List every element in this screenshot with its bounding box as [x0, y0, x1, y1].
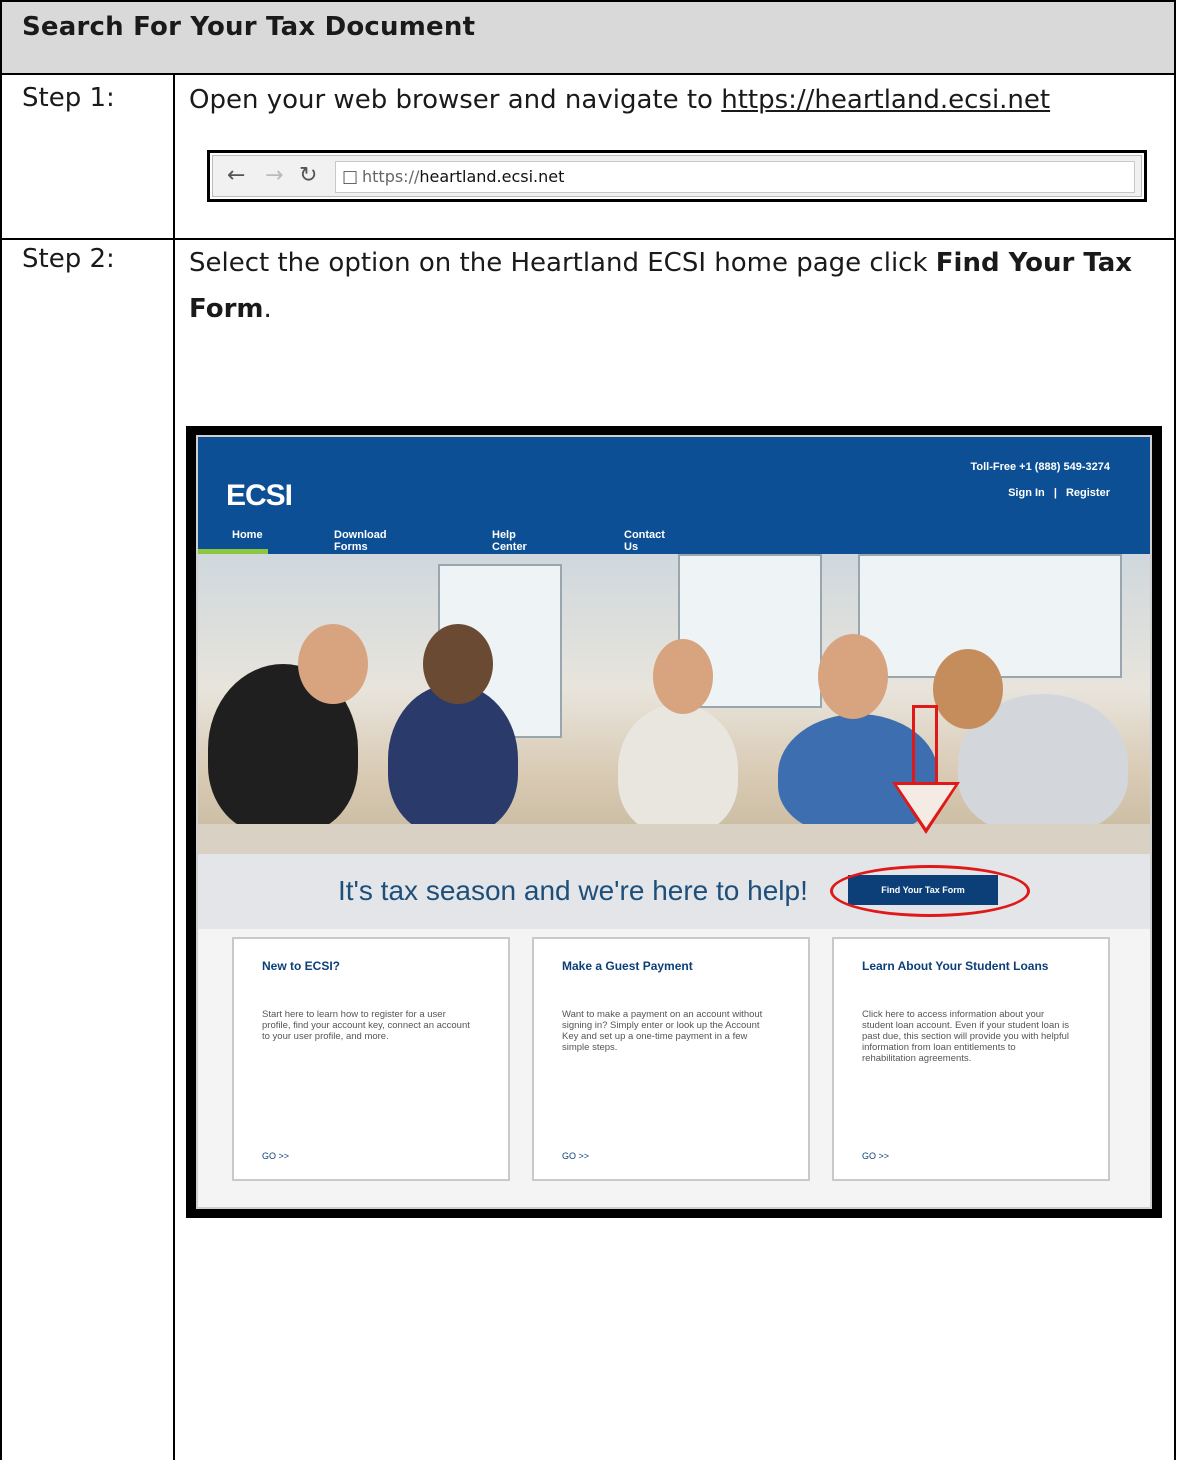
back-arrow-icon[interactable]: ← [227, 164, 245, 188]
url-text: https://heartland.ecsi.net [362, 167, 565, 186]
ecsi-homepage-screenshot: ECSI Toll-Free +1 (888) 549-3274 Sign In… [186, 426, 1162, 1218]
card-body: Want to make a payment on an account wit… [562, 1009, 763, 1053]
url-input[interactable]: □ https://heartland.ecsi.net [335, 161, 1135, 193]
ecsi-header-bar: ECSI Toll-Free +1 (888) 549-3274 Sign In… [198, 437, 1150, 554]
person-head [818, 634, 888, 719]
step-2-text: Select the option on the Heartland ECSI … [189, 248, 936, 278]
card-guest-payment[interactable]: Make a Guest Payment Want to make a paym… [532, 937, 810, 1181]
nav-download-forms[interactable]: Download Forms [334, 529, 387, 553]
card-body: Start here to learn how to register for … [262, 1009, 470, 1042]
link-separator: | [1053, 487, 1057, 499]
annotation-arrow-inner [897, 785, 955, 828]
nav-home[interactable]: Home [232, 529, 263, 541]
toll-free-number: Toll-Free +1 (888) 549-3274 [970, 461, 1110, 473]
step-2-instruction: Select the option on the Heartland ECSI … [189, 240, 1149, 332]
nav-contact-us[interactable]: Contact Us [624, 529, 665, 553]
step-2-period: . [263, 294, 272, 324]
hero-image [198, 554, 1150, 854]
card-title: Make a Guest Payment [562, 959, 693, 973]
hero-tagline: It's tax season and we're here to help! [338, 875, 808, 906]
step-2-bold-1: Find Your Tax [935, 248, 1133, 278]
browser-toolbar: ← → ↻ □ https://heartland.ecsi.net [212, 155, 1142, 197]
person-head [423, 624, 493, 704]
browser-address-bar: ← → ↻ □ https://heartland.ecsi.net [207, 150, 1147, 202]
hero-table [198, 824, 1150, 854]
person-head [298, 624, 368, 704]
person-silhouette [618, 704, 738, 834]
step-2-bold-2: Form [189, 294, 264, 324]
step-1-label: Step 1: [22, 83, 115, 113]
forward-arrow-icon[interactable]: → [265, 164, 283, 188]
ecsi-homepage: ECSI Toll-Free +1 (888) 549-3274 Sign In… [196, 435, 1152, 1209]
highlight-circle [830, 865, 1030, 917]
person-silhouette [388, 684, 518, 834]
card-student-loans[interactable]: Learn About Your Student Loans Click her… [832, 937, 1110, 1181]
instruction-table: Search For Your Tax Document Step 1: Ope… [0, 0, 1176, 1460]
card-go-link[interactable]: GO >> [562, 1151, 589, 1161]
person-head [933, 649, 1003, 729]
page-title: Search For Your Tax Document [22, 12, 476, 42]
step-1-text: Open your web browser and navigate to [189, 85, 722, 115]
person-head [653, 639, 713, 714]
table-header: Search For Your Tax Document [2, 0, 1174, 75]
register-link[interactable]: Register [1066, 487, 1110, 499]
page-icon: □ [342, 167, 359, 187]
reload-icon[interactable]: ↻ [299, 164, 317, 188]
ecsi-url-link[interactable]: https://heartland.ecsi.net [721, 85, 1050, 115]
account-links: Sign In | Register [1002, 487, 1110, 499]
step-2-label: Step 2: [22, 244, 115, 274]
nav-help-center[interactable]: Help Center [492, 529, 527, 553]
card-body: Click here to access information about y… [862, 1009, 1070, 1064]
step-1-instruction: Open your web browser and navigate to ht… [189, 77, 1050, 123]
card-title: New to ECSI? [262, 959, 341, 973]
ecsi-logo[interactable]: ECSI [226, 479, 293, 513]
card-go-link[interactable]: GO >> [262, 1151, 289, 1161]
annotation-arrow-shaft [912, 705, 938, 785]
card-new-to-ecsi[interactable]: New to ECSI? Start here to learn how to … [232, 937, 510, 1181]
sign-in-link[interactable]: Sign In [1008, 487, 1045, 499]
card-go-link[interactable]: GO >> [862, 1151, 889, 1161]
card-title: Learn About Your Student Loans [862, 959, 1049, 973]
